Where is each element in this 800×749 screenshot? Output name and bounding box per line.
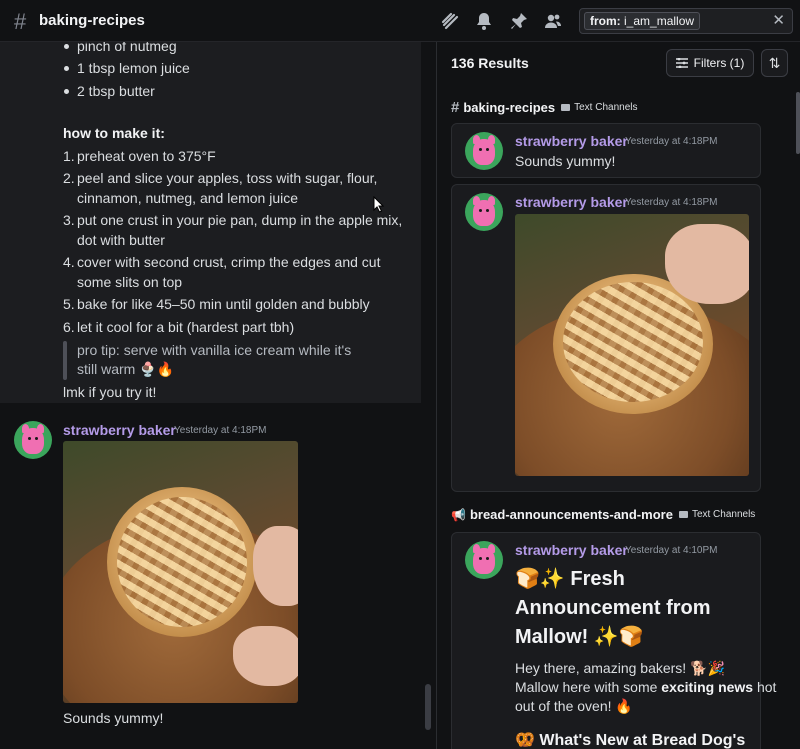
result-group-header[interactable]: # baking-recipes Text Channels (451, 99, 637, 116)
channel-title: baking-recipes (39, 12, 145, 29)
announcement-text-part: Mallow here with some (515, 679, 662, 695)
sort-button[interactable]: ⇅ (761, 49, 788, 77)
message-author[interactable]: strawberry baker (63, 422, 176, 438)
group-channel: bread-announcements-and-more (469, 507, 673, 522)
chat-pane: pinch of nutmeg 1 tbsp lemon juice 2 tbs… (0, 42, 436, 749)
filters-button[interactable]: Filters (1) (666, 49, 754, 77)
step-text: preheat oven to 375°F (77, 148, 216, 164)
mouse-cursor-icon (373, 196, 385, 213)
closing-text: lmk if you try it! (63, 384, 157, 400)
pro-tip-line: still warm 🍨🔥 (77, 361, 175, 377)
scrollbar[interactable] (425, 684, 431, 730)
message-author[interactable]: strawberry baker (515, 194, 628, 210)
bullet (64, 44, 69, 49)
step-text: put one crust in your pie pan, dump in t… (77, 212, 403, 228)
bullet (64, 66, 69, 71)
group-category: Text Channels (574, 102, 638, 113)
announcement-title: 🍞✨ Fresh (515, 568, 625, 590)
step-text: dot with butter (77, 232, 165, 248)
channel-hash-icon: # (451, 99, 460, 116)
step-text: cinnamon, nutmeg, and lemon juice (77, 190, 299, 206)
folder-icon (561, 104, 571, 111)
search-filter-key: from: (590, 14, 621, 28)
sort-icon: ⇅ (768, 54, 781, 71)
search-result[interactable]: strawberry baker Yesterday at 4:18PM (451, 184, 761, 492)
how-to-heading: how to make it: (63, 125, 165, 141)
ingredient-item: 1 tbsp lemon juice (77, 60, 190, 76)
announcement-text: out of the oven! 🔥 (515, 698, 633, 714)
avatar[interactable] (465, 541, 503, 579)
search-filter-value: i_am_mallow (624, 14, 695, 28)
search-result[interactable]: strawberry baker Yesterday at 4:10PM 🍞✨ … (451, 532, 776, 749)
step-text: let it cool for a bit (hardest part tbh) (77, 319, 295, 335)
step-text: cover with second crust, crimp the edges… (77, 254, 381, 270)
group-channel: baking-recipes (463, 100, 556, 115)
step-number: 2. (63, 170, 75, 186)
ingredient-item: pinch of nutmeg (77, 42, 177, 54)
step-number: 4. (63, 254, 75, 270)
message-timestamp: Yesterday at 4:18PM (625, 197, 718, 208)
results-count: 136 Results (451, 55, 529, 71)
filters-label: Filters (1) (693, 56, 745, 70)
message-timestamp: Yesterday at 4:10PM (625, 545, 718, 556)
search-input[interactable]: from: i_am_mallow ✕ (579, 8, 793, 34)
message-text: Sounds yummy! (63, 710, 164, 726)
pie-photo[interactable] (63, 441, 298, 703)
message-timestamp: Yesterday at 4:18PM (625, 136, 718, 147)
members-icon[interactable] (543, 11, 563, 31)
avatar[interactable] (14, 421, 52, 459)
ingredient-item: 2 tbsp butter (77, 83, 155, 99)
clear-search-icon[interactable]: ✕ (772, 12, 785, 30)
announcement-title: Announcement from (515, 597, 711, 619)
filter-icon (675, 58, 688, 68)
message-author[interactable]: strawberry baker (515, 133, 628, 149)
channel-header: # baking-recipes from: i_am_mallow ✕ (0, 0, 800, 42)
step-text: some slits on top (77, 274, 183, 290)
announcement-text: Hey there, amazing bakers! 🐕🎉 (515, 660, 725, 676)
avatar[interactable] (465, 132, 503, 170)
pro-tip-line: pro tip: serve with vanilla ice cream wh… (77, 342, 352, 358)
result-group-header[interactable]: 📢 bread-announcements-and-more Text Chan… (451, 507, 755, 522)
bullet (64, 89, 69, 94)
threads-icon[interactable] (440, 11, 460, 31)
search-filter-chip[interactable]: from: i_am_mallow (584, 12, 701, 30)
announcement-title: Mallow! ✨🍞 (515, 626, 644, 648)
pin-icon[interactable] (509, 11, 529, 31)
bell-icon[interactable] (474, 11, 494, 31)
message-author[interactable]: strawberry baker (515, 542, 628, 558)
megaphone-icon: 📢 (451, 507, 466, 522)
step-number: 3. (63, 212, 75, 228)
message-text: Sounds yummy! (515, 153, 616, 169)
step-text: bake for like 45–50 min until golden and… (77, 296, 370, 312)
group-category: Text Channels (691, 509, 756, 520)
step-number: 5. (63, 296, 75, 312)
announcement-bold: exciting news (661, 679, 754, 695)
pie-photo[interactable] (515, 214, 749, 476)
avatar[interactable] (465, 193, 503, 231)
channel-hash-icon: # (14, 9, 27, 34)
search-result[interactable]: strawberry baker Yesterday at 4:18PM Sou… (451, 123, 761, 178)
search-results-panel: 136 Results Filters (1) ⇅ # baking-recip… (437, 42, 800, 749)
announcement-text-part: hot (753, 679, 777, 695)
step-number: 1. (63, 148, 75, 164)
blockquote-bar (63, 341, 67, 380)
message-timestamp: Yesterday at 4:18PM (174, 425, 267, 436)
folder-icon (678, 511, 688, 518)
step-number: 6. (63, 319, 75, 335)
scrollbar[interactable] (796, 92, 800, 154)
announcement-text: Mallow here with some exciting news hot (515, 678, 776, 697)
announcement-subheading: 🥨 What's New at Bread Dog's (515, 732, 746, 749)
step-text: peel and slice your apples, toss with su… (77, 170, 378, 186)
